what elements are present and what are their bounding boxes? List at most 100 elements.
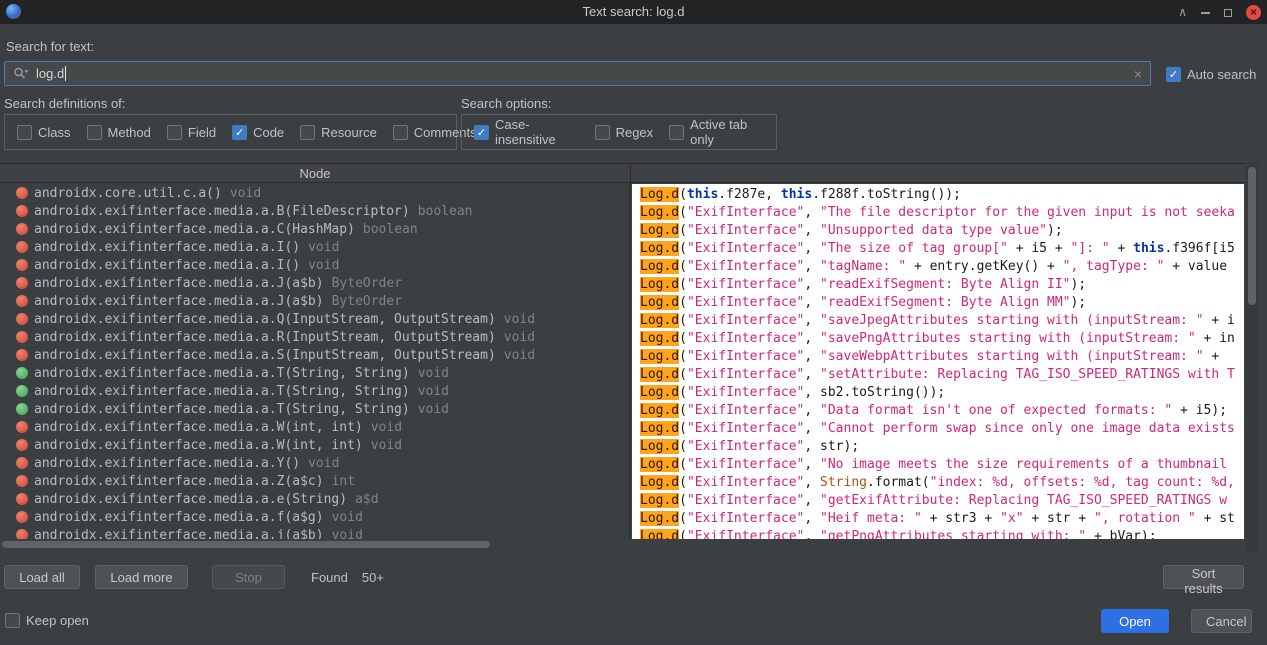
node-text: androidx.exifinterface.media.a.W(int, in… [34, 419, 363, 435]
code-line: Log.d("ExifInterface", "The file descrip… [640, 205, 1235, 220]
node-text: androidx.exifinterface.media.a.I() [34, 257, 301, 273]
method-icon [16, 475, 28, 487]
load-all-button[interactable]: Load all [4, 565, 80, 589]
method-icon [16, 457, 28, 469]
clear-search-icon[interactable]: × [1134, 66, 1142, 82]
search-options-group: Search options: ✓ Case-insensitive Regex Ac… [461, 96, 777, 150]
search-result-row[interactable]: androidx.exifinterface.media.a.j(a$b) voi… [0, 526, 629, 539]
code-line: Log.d("ExifInterface", "tagName: " + ent… [640, 259, 1228, 274]
vertical-scrollbar[interactable] [1246, 163, 1258, 553]
method-icon [16, 223, 28, 235]
code-line: Log.d("ExifInterface", "getPngAttributes… [640, 528, 1244, 539]
sort-results-button[interactable]: Sort results [1163, 565, 1244, 596]
found-status: Found 50+ [311, 570, 384, 585]
horizontal-scrollbar[interactable] [0, 540, 630, 550]
node-text: androidx.exifinterface.media.a.j(a$b) [34, 527, 324, 540]
node-text: androidx.exifinterface.media.a.Z(a$c) [34, 473, 324, 489]
checkbox-box [300, 124, 316, 140]
code-line: Log.d("ExifInterface", "Heif meta: " + s… [640, 511, 1235, 526]
node-list-pane[interactable]: androidx.core.util.c.a() void androidx.exi… [0, 184, 630, 539]
node-return-type: boolean [417, 203, 473, 219]
code-line: Log.d("ExifInterface", "getExifAttribute… [640, 493, 1228, 508]
minimize-button[interactable] [1201, 0, 1210, 24]
app-logo-icon [6, 4, 21, 19]
search-result-row[interactable]: androidx.exifinterface.media.a.I() void [0, 256, 629, 274]
maximize-icon [1224, 8, 1232, 17]
search-result-row[interactable]: androidx.exifinterface.media.a.Z(a$c) int [0, 472, 629, 490]
code-preview-pane[interactable]: Log.d(this.f287e, this.f288f.toString())… [632, 184, 1244, 539]
method-icon [16, 277, 28, 289]
vertical-scrollbar-thumb[interactable] [1248, 167, 1256, 305]
search-result-row[interactable]: androidx.exifinterface.media.a.S(InputSt… [0, 346, 629, 364]
search-result-row[interactable]: androidx.exifinterface.media.a.J(a$b) Byt… [0, 274, 629, 292]
checkbox-regex[interactable]: Regex [594, 124, 653, 140]
close-button[interactable]: × [1246, 4, 1261, 20]
search-result-row[interactable]: androidx.exifinterface.media.a.C(HashMap… [0, 220, 629, 238]
search-definitions-title: Search definitions of: [4, 96, 126, 111]
method-icon [16, 259, 28, 271]
code-line: Log.d("ExifInterface", "saveWebpAttribut… [640, 349, 1228, 364]
search-input[interactable]: log.d × [4, 61, 1151, 86]
auto-search-checkbox-wrap: ✓ Auto search [1166, 66, 1256, 82]
checkbox-label: Auto search [1187, 67, 1257, 82]
search-result-row[interactable]: androidx.exifinterface.media.a.Q(InputSt… [0, 310, 629, 328]
open-button[interactable]: Open [1101, 609, 1169, 633]
cancel-button[interactable]: Cancel [1191, 609, 1252, 633]
node-text: androidx.exifinterface.media.a.W(int, in… [34, 437, 363, 453]
maximize-button[interactable] [1224, 0, 1232, 24]
code-line: Log.d("ExifInterface", "setAttribute: Re… [640, 367, 1235, 382]
checkbox-label: Resource [321, 124, 377, 140]
checkbox-field[interactable]: Field [166, 124, 216, 140]
found-label: Found [311, 570, 348, 585]
checkbox-code[interactable]: ✓ Code [232, 124, 284, 140]
checkbox-auto-search[interactable]: ✓ Auto search [1166, 67, 1256, 82]
results-header: Node [0, 163, 1245, 184]
node-text: androidx.exifinterface.media.a.Y() [34, 455, 301, 471]
search-result-row[interactable]: androidx.exifinterface.media.a.T(String,… [0, 364, 629, 382]
checkbox-active-tab-only[interactable]: Active tab only [669, 117, 764, 147]
search-result-row[interactable]: androidx.exifinterface.media.a.T(String,… [0, 382, 629, 400]
horizontal-scrollbar-thumb[interactable] [2, 541, 490, 548]
node-text: androidx.exifinterface.media.a.C(HashMap… [34, 221, 355, 237]
code-line: Log.d("ExifInterface", "No image meets t… [640, 457, 1235, 472]
search-result-row[interactable]: androidx.exifinterface.media.a.W(int, in… [0, 418, 629, 436]
search-input-value: log.d [36, 66, 65, 81]
node-return-type: void [503, 329, 536, 345]
checkbox-box: ✓ [1166, 67, 1181, 82]
node-return-type: int [331, 473, 356, 489]
search-result-row[interactable]: androidx.exifinterface.media.a.I() void [0, 238, 629, 256]
method-icon [16, 403, 28, 415]
code-line: Log.d("ExifInterface", sb2.toString()); [640, 385, 946, 400]
search-result-row[interactable]: androidx.exifinterface.media.a.f(a$g) voi… [0, 508, 629, 526]
checkbox-keep-open[interactable]: Keep open [5, 613, 89, 628]
checkbox-class[interactable]: Class [17, 124, 71, 140]
search-icon [13, 66, 29, 81]
search-result-row[interactable]: androidx.exifinterface.media.a.e(String)… [0, 490, 629, 508]
load-more-button[interactable]: Load more [95, 565, 188, 589]
search-result-row[interactable]: androidx.exifinterface.media.a.Y() void [0, 454, 629, 472]
search-result-row[interactable]: androidx.exifinterface.media.a.W(int, in… [0, 436, 629, 454]
checkbox-method[interactable]: Method [86, 124, 151, 140]
node-return-type: void [331, 527, 363, 540]
checkbox-label: Method [107, 124, 151, 140]
node-text: androidx.exifinterface.media.a.J(a$b) [34, 275, 324, 291]
search-result-row[interactable]: androidx.exifinterface.media.a.B(FileDes… [0, 202, 629, 220]
method-icon [16, 295, 28, 307]
search-result-row[interactable]: androidx.exifinterface.media.a.R(InputSt… [0, 328, 629, 346]
keep-above-icon[interactable]: ∧ [1178, 0, 1187, 24]
method-icon [16, 439, 28, 451]
method-icon [16, 529, 28, 539]
checkbox-resource[interactable]: Resource [300, 124, 377, 140]
search-result-row[interactable]: androidx.core.util.c.a() void [0, 184, 629, 202]
code-line: Log.d(this.f287e, this.f288f.toString())… [640, 187, 961, 202]
titlebar[interactable]: Text search: log.d ∧ × [0, 0, 1267, 24]
search-result-row[interactable]: androidx.exifinterface.media.a.T(String,… [0, 400, 629, 418]
search-result-row[interactable]: androidx.exifinterface.media.a.J(a$b) Byt… [0, 292, 629, 310]
node-column-header[interactable]: Node [0, 164, 630, 183]
checkbox-box: ✓ [474, 124, 489, 140]
checkbox-box [392, 124, 408, 140]
node-text: androidx.core.util.c.a() [34, 185, 222, 201]
checkbox-case-insensitive[interactable]: ✓ Case-insensitive [474, 117, 579, 147]
node-return-type: void [308, 455, 340, 471]
search-options-box: ✓ Case-insensitive Regex Active tab only [461, 114, 777, 150]
